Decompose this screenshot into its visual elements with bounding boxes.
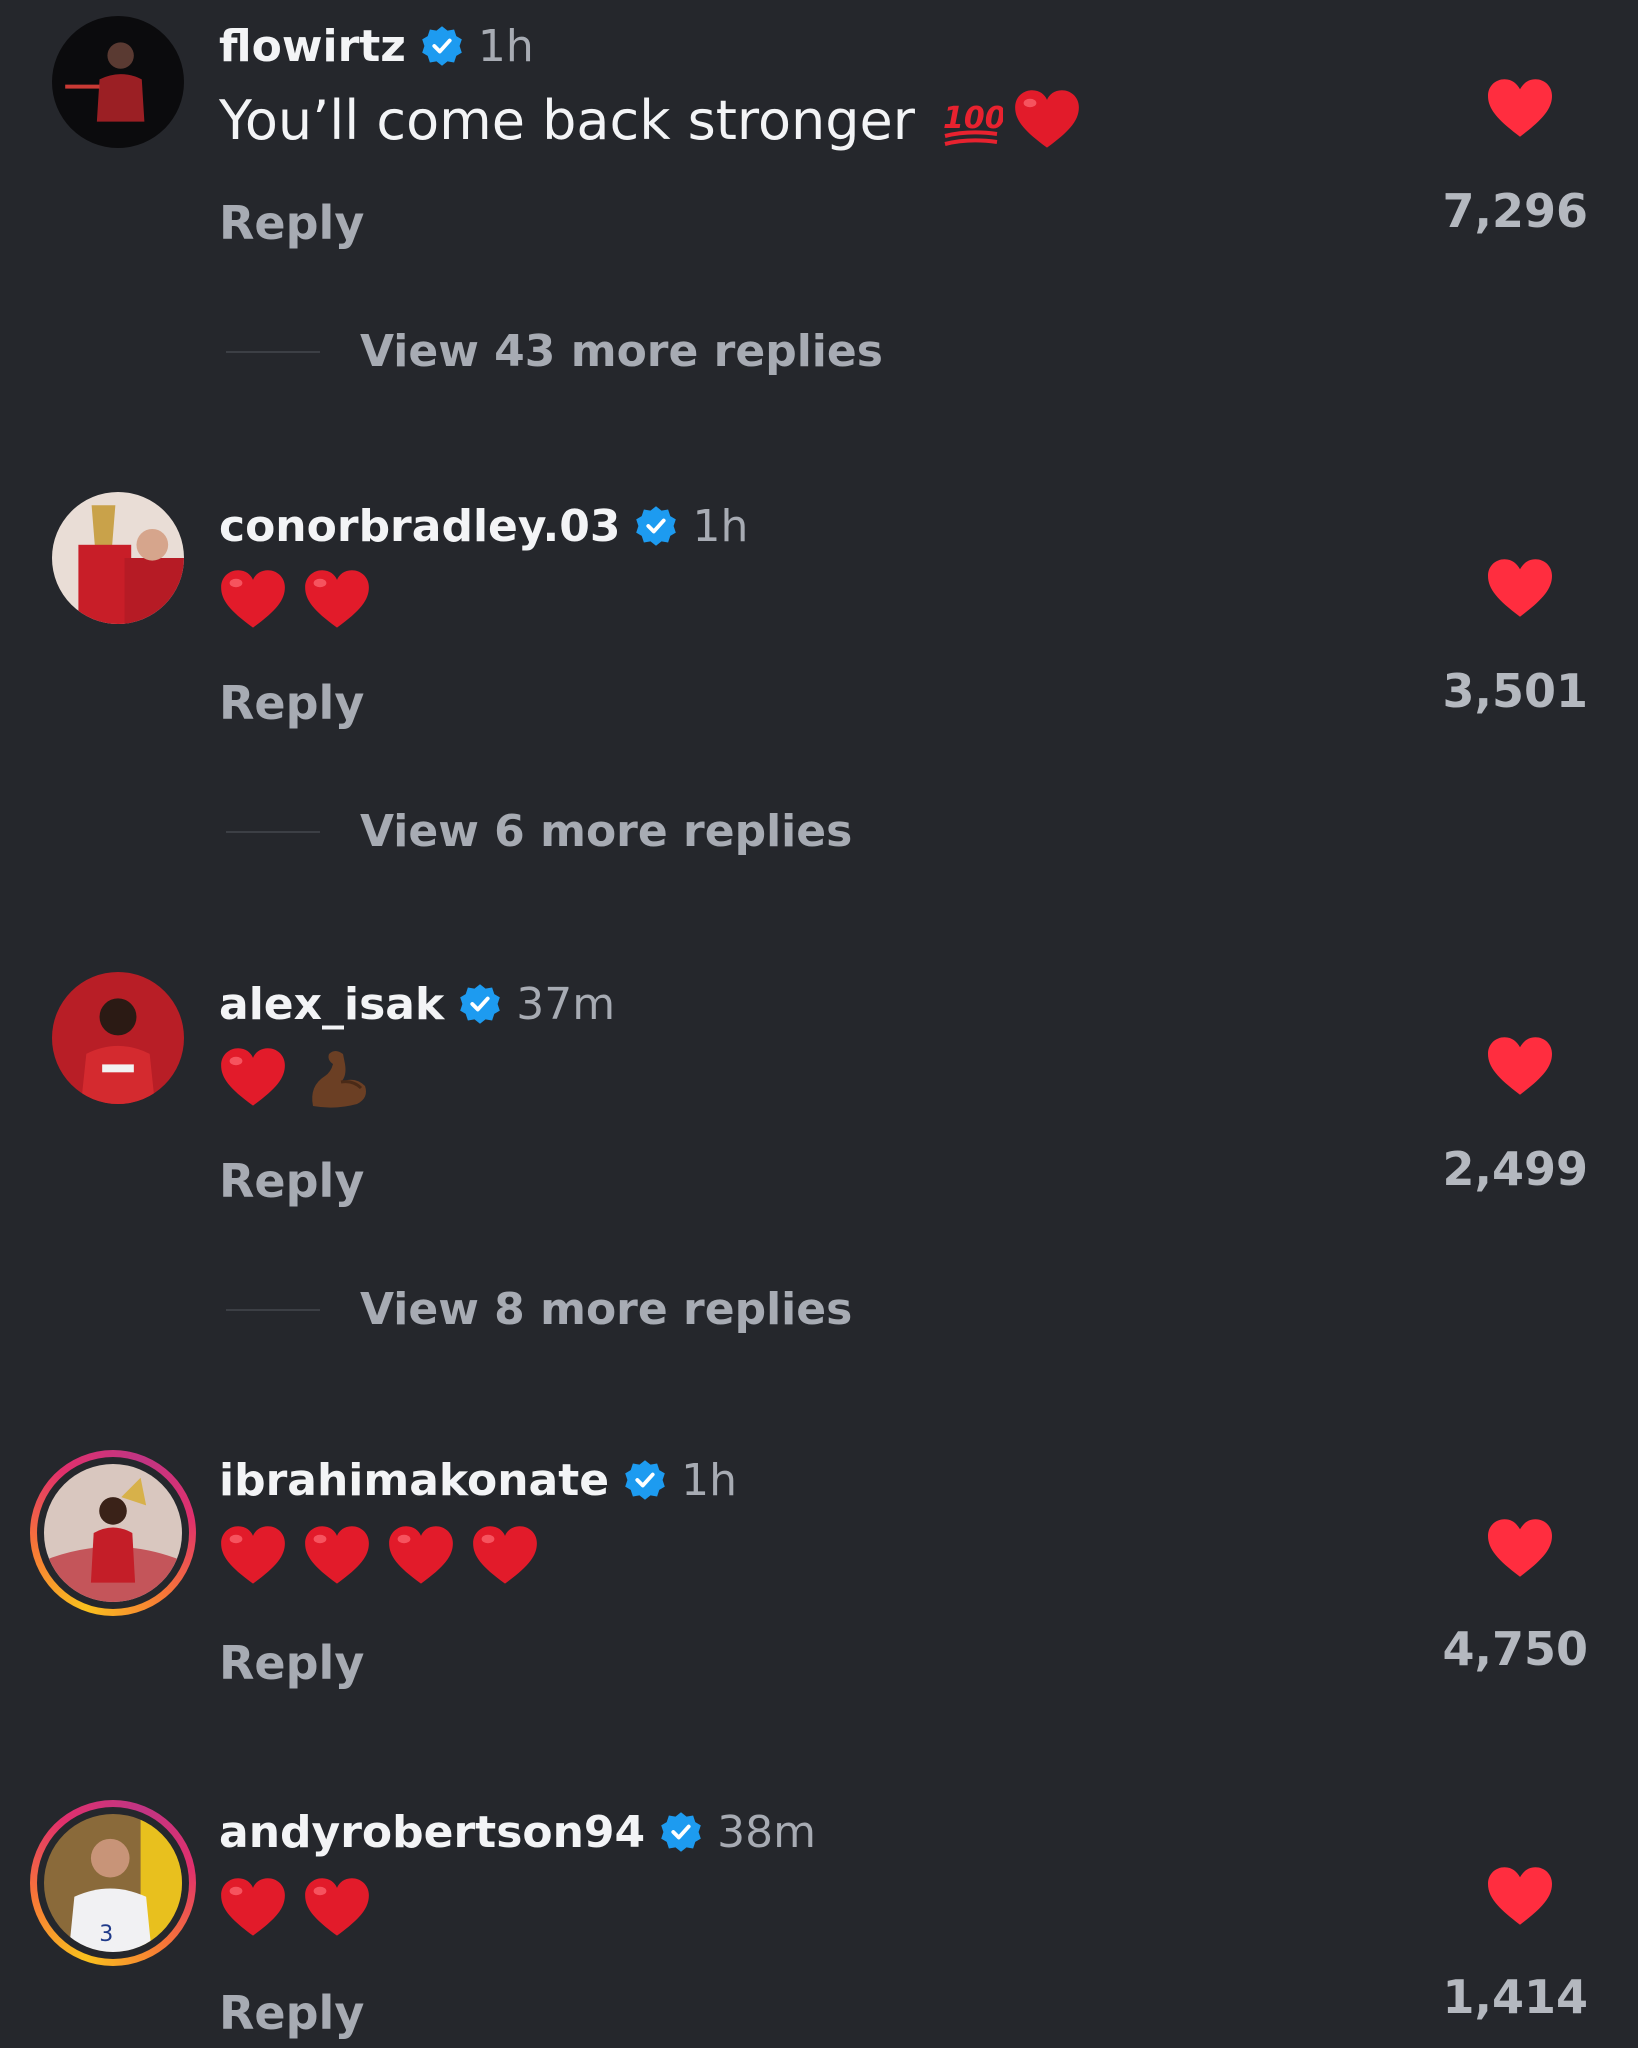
username[interactable]: ibrahimakonate xyxy=(219,1455,609,1506)
username[interactable]: conorbradley.03 xyxy=(219,501,620,552)
like-count: 1,414 xyxy=(1442,1970,1588,2024)
username[interactable]: alex_isak xyxy=(219,979,444,1030)
verified-badge-icon xyxy=(661,1812,701,1852)
heart-emoji-icon xyxy=(389,1526,453,1584)
view-more-replies[interactable]: View 43 more replies xyxy=(226,326,883,377)
like-heart-icon[interactable] xyxy=(1484,556,1556,620)
avatar xyxy=(44,1464,182,1602)
reply-button[interactable]: Reply xyxy=(219,676,364,730)
like-heart-icon[interactable] xyxy=(1484,1034,1556,1098)
like-count: 2,499 xyxy=(1442,1142,1588,1196)
like-heart-icon[interactable] xyxy=(1484,76,1556,140)
avatar-photo xyxy=(44,1464,182,1602)
username[interactable]: flowirtz xyxy=(219,21,406,72)
avatar[interactable] xyxy=(52,972,184,1104)
flexed-biceps-icon xyxy=(312,1051,366,1108)
thread-line xyxy=(226,350,320,353)
timestamp: 1h xyxy=(681,1454,738,1506)
avatar-story-ring[interactable]: 3 xyxy=(30,1800,196,1966)
reply-button[interactable]: Reply xyxy=(219,1154,364,1208)
heart-emoji-icon xyxy=(221,1526,285,1584)
avatar-photo: 3 xyxy=(44,1814,182,1952)
verified-badge-icon xyxy=(625,1460,665,1500)
heart-emoji-icon xyxy=(305,570,369,628)
view-more-replies-label[interactable]: View 8 more replies xyxy=(360,1284,852,1335)
like-heart-icon[interactable] xyxy=(1484,1516,1556,1580)
verified-badge-icon xyxy=(460,984,501,1024)
reply-button[interactable]: Reply xyxy=(219,1636,364,1690)
like-count: 7,296 xyxy=(1442,184,1588,238)
thread-line xyxy=(226,830,320,833)
verified-badge-icon xyxy=(422,26,462,66)
verified-badge-icon xyxy=(636,506,677,546)
like-count: 4,750 xyxy=(1442,1622,1588,1676)
avatar: 3 xyxy=(44,1814,182,1952)
like-heart-icon[interactable] xyxy=(1484,1864,1556,1928)
comment-text: You’ll come back stronger xyxy=(219,88,915,152)
view-more-replies[interactable]: View 8 more replies xyxy=(226,1284,852,1335)
hundred-points-icon: 100 xyxy=(943,101,1003,146)
heart-emoji-icon xyxy=(221,1048,285,1106)
avatar[interactable] xyxy=(52,16,184,148)
svg-text:3: 3 xyxy=(99,1922,113,1947)
avatar-photo xyxy=(52,16,184,148)
timestamp: 38m xyxy=(717,1806,817,1858)
timestamp: 1h xyxy=(477,20,534,72)
username[interactable]: andyrobertson94 xyxy=(219,1807,645,1858)
thread-line xyxy=(226,1308,320,1311)
timestamp: 1h xyxy=(692,500,749,552)
heart-emoji-icon xyxy=(305,1526,369,1584)
avatar[interactable] xyxy=(52,492,184,624)
heart-emoji-icon xyxy=(473,1526,537,1584)
like-count: 3,501 xyxy=(1442,664,1588,718)
timestamp: 37m xyxy=(516,978,616,1030)
reply-button[interactable]: Reply xyxy=(219,1986,364,2040)
heart-emoji-icon xyxy=(221,570,285,628)
heart-emoji-icon xyxy=(305,1878,369,1936)
avatar-story-ring[interactable] xyxy=(30,1450,196,1616)
heart-emoji-icon xyxy=(221,1878,285,1936)
reply-button[interactable]: Reply xyxy=(219,196,364,250)
view-more-replies-label[interactable]: View 6 more replies xyxy=(360,806,852,857)
avatar-photo xyxy=(52,492,184,624)
avatar-photo xyxy=(52,972,184,1104)
view-more-replies[interactable]: View 6 more replies xyxy=(226,806,852,857)
heart-emoji-icon xyxy=(1015,90,1079,148)
view-more-replies-label[interactable]: View 43 more replies xyxy=(360,326,883,377)
